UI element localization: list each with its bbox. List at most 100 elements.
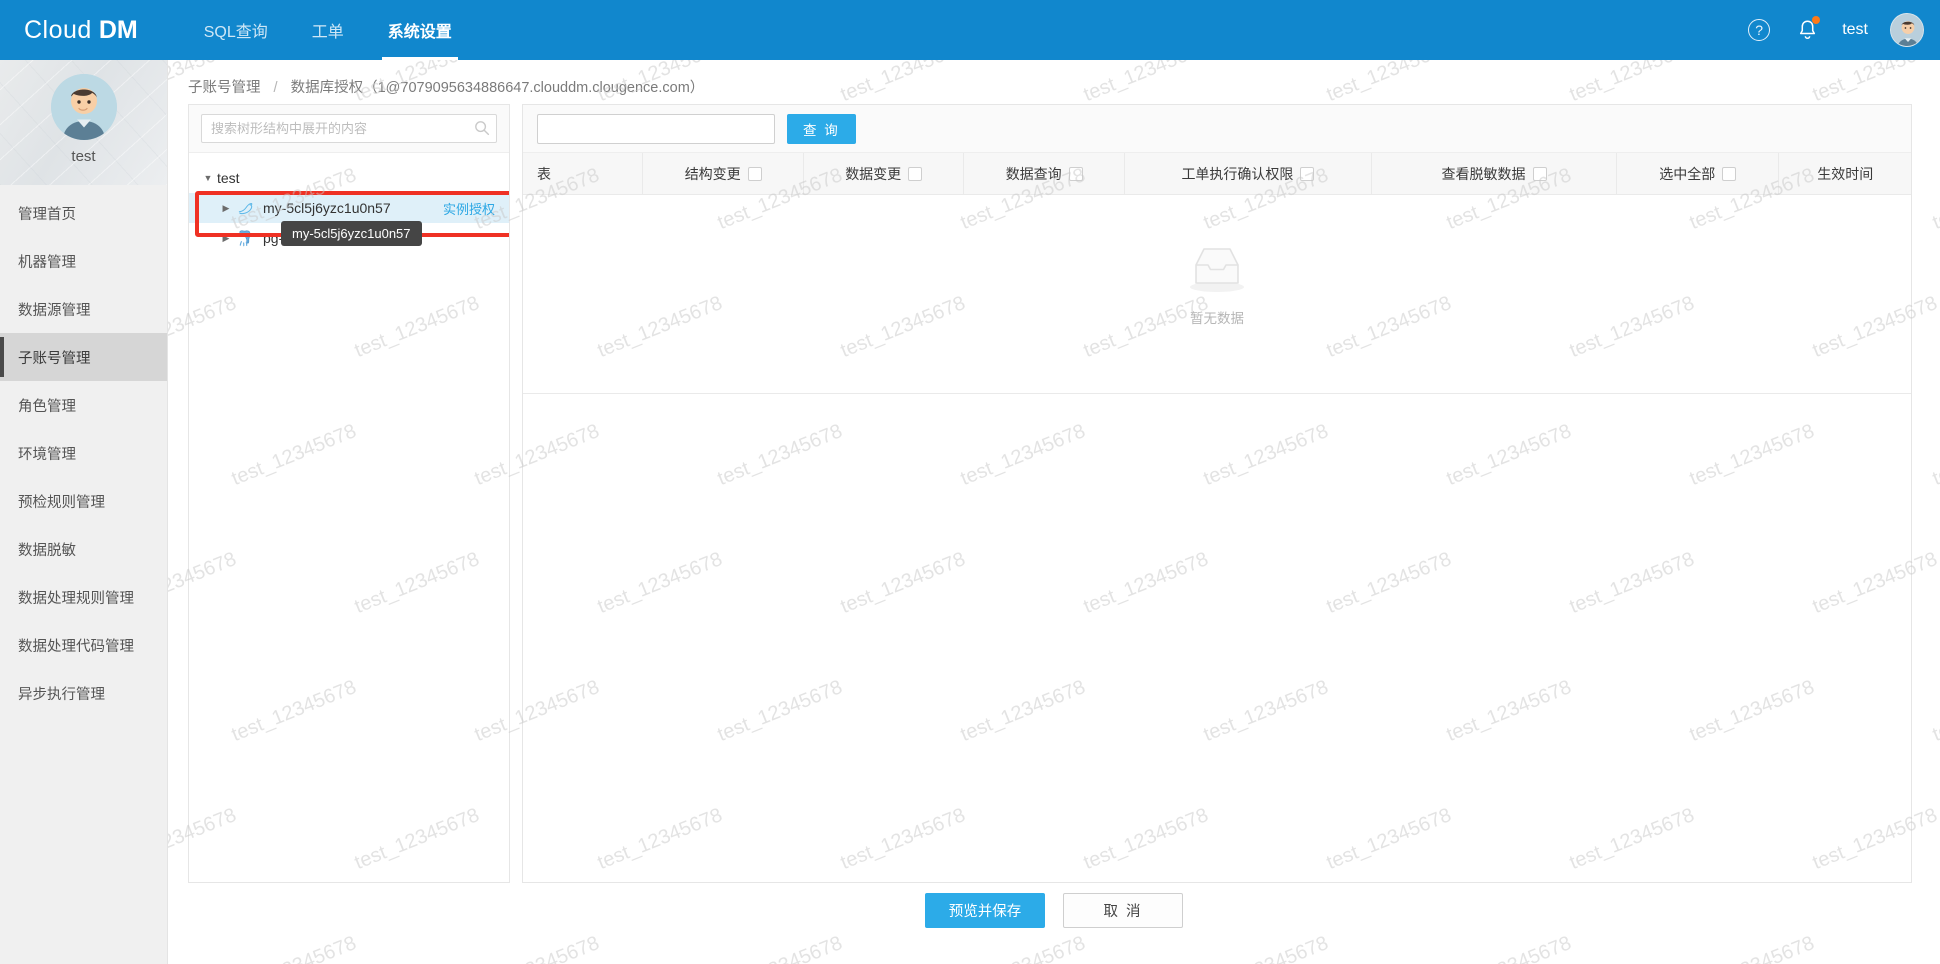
preview-and-save-button[interactable]: 预览并保存 (925, 892, 1045, 928)
column-label-workorder-confirm: 工单执行确认权限 (1181, 165, 1294, 182)
table-search-input[interactable] (537, 113, 775, 144)
chevron-right-icon[interactable]: ▶ (217, 233, 235, 244)
footer-actions: 预览并保存 取 消 (168, 880, 1940, 940)
node-tooltip: my-5cl5j6yzc1u0n57 (281, 221, 422, 246)
nav-tab-sql-query[interactable]: SQL查询 (182, 0, 290, 60)
tree-node-mysql-label: my-5cl5j6yzc1u0n57 (263, 200, 391, 216)
column-header-schema-change: 结构变更 (643, 153, 804, 194)
tree-body: ▼ test ▶ my-5cl5j6yzc1u0n57 实例授权 ▶ my-5c… (189, 153, 509, 882)
select-all-checkbox-view-masked-data[interactable] (1532, 166, 1547, 181)
database-tree-panel: ▼ test ▶ my-5cl5j6yzc1u0n57 实例授权 (188, 104, 510, 883)
sidebar-item-data-masking[interactable]: 数据脱敏 (0, 525, 167, 573)
sidebar-item-precheck-rule-management[interactable]: 预检规则管理 (0, 477, 167, 525)
header-username[interactable]: test (1842, 21, 1868, 39)
column-header-effective-time: 生效时间 (1779, 153, 1911, 194)
column-label-data-change: 数据变更 (845, 165, 902, 182)
sidebar-item-role-management[interactable]: 角色管理 (0, 381, 167, 429)
sidebar-item-admin-home[interactable]: 管理首页 (0, 189, 167, 237)
column-label-effective-time: 生效时间 (1817, 165, 1874, 182)
select-all-checkbox-data-change[interactable] (908, 166, 923, 181)
logo-text-bold: DM (98, 15, 138, 44)
chevron-right-icon[interactable]: ▶ (217, 203, 235, 214)
watermark-text: test_12345678 (1809, 60, 1940, 107)
main-content: test_12345678 test_12345678 test_12345678 t… (168, 60, 1940, 964)
select-all-checkbox-data-query[interactable] (1068, 166, 1083, 181)
column-label-table: 表 (537, 165, 551, 182)
watermark-text: test_12345678 (1929, 164, 1940, 235)
tree-search-input[interactable] (201, 114, 497, 143)
sidebar-item-data-process-rule-management[interactable]: 数据处理规则管理 (0, 573, 167, 621)
chevron-down-icon[interactable]: ▼ (199, 173, 217, 183)
breadcrumb-separator: / (273, 80, 278, 96)
watermark-text: test_12345678 (1080, 60, 1212, 107)
tree-search-box (201, 114, 497, 143)
sidebar-username: test (71, 148, 96, 165)
instance-authorization-link[interactable]: 实例授权 (443, 199, 495, 218)
search-icon (475, 121, 490, 136)
postgresql-elephant-icon (235, 229, 255, 247)
select-all-checkbox-schema-change[interactable] (747, 166, 762, 181)
watermark-text: test_12345678 (1929, 676, 1940, 747)
tree-node-root-label: test (217, 170, 240, 186)
sidebar: test 管理首页 机器管理 数据源管理 子账号管理 角色管理 环境管理 预检规… (0, 60, 168, 964)
nav-tab-system-settings[interactable]: 系统设置 (366, 0, 474, 60)
main-nav: SQL查询 工单 系统设置 (182, 0, 474, 60)
sidebar-item-data-process-code-management[interactable]: 数据处理代码管理 (0, 621, 167, 669)
column-header-table: 表 (523, 153, 644, 194)
breadcrumb-parent[interactable]: 子账号管理 (188, 80, 261, 96)
table-divider (523, 393, 1911, 394)
watermark-text: test_12345678 (837, 60, 969, 107)
top-header: Cloud DM SQL查询 工单 系统设置 ? test (0, 0, 1940, 60)
sidebar-item-environment-management[interactable]: 环境管理 (0, 429, 167, 477)
user-avatar-icon (50, 74, 117, 140)
column-header-workorder-confirm: 工单执行确认权限 (1125, 153, 1372, 194)
notifications-button[interactable] (1794, 16, 1821, 43)
content-panels: ▼ test ▶ my-5cl5j6yzc1u0n57 实例授权 (188, 104, 1918, 883)
column-header-select-all: 选中全部 (1617, 153, 1780, 194)
sidebar-avatar (50, 74, 117, 140)
breadcrumb: 子账号管理 / 数据库授权（1@7079095634886647.clouddm… (188, 76, 704, 97)
column-label-select-all: 选中全部 (1659, 165, 1716, 182)
column-label-view-masked-data: 查看脱敏数据 (1441, 165, 1526, 182)
column-label-data-query: 数据查询 (1005, 165, 1062, 182)
header-actions: ? test (1746, 13, 1924, 47)
sidebar-profile: test (0, 60, 167, 185)
app-root: Cloud DM SQL查询 工单 系统设置 ? test test 管理首页 … (0, 0, 1940, 964)
query-button[interactable]: 查 询 (787, 113, 856, 144)
sidebar-item-datasource-management[interactable]: 数据源管理 (0, 285, 167, 333)
help-button[interactable]: ? (1746, 17, 1772, 43)
mysql-dolphin-icon (235, 199, 255, 217)
nav-tab-work-order[interactable]: 工单 (290, 0, 366, 60)
tree-node-mysql-instance[interactable]: ▶ my-5cl5j6yzc1u0n57 实例授权 (189, 193, 509, 223)
question-circle-icon: ? (1748, 19, 1771, 41)
empty-inbox-icon (1190, 248, 1244, 292)
table-body: 暂无数据 (523, 195, 1911, 882)
table-header: 表 结构变更 数据变更 数据查询 工单执行确认权限 查看脱敏数据 选中全部 生效… (523, 153, 1911, 195)
sidebar-item-machine-management[interactable]: 机器管理 (0, 237, 167, 285)
empty-state: 暂无数据 (1182, 241, 1252, 327)
app-logo[interactable]: Cloud DM (24, 16, 138, 45)
logo-text-main: Cloud (24, 15, 92, 44)
watermark-text: test_12345678 (1323, 60, 1455, 107)
column-header-data-query: 数据查询 (964, 153, 1125, 194)
column-header-view-masked-data: 查看脱敏数据 (1372, 153, 1618, 194)
user-avatar-icon (1891, 14, 1923, 46)
select-all-checkbox-all[interactable] (1722, 166, 1737, 181)
query-bar: 查 询 (523, 105, 1911, 153)
watermark-text: test_12345678 (1929, 420, 1940, 491)
cancel-button[interactable]: 取 消 (1063, 892, 1183, 928)
permissions-panel: 查 询 表 结构变更 数据变更 数据查询 工单执行确认权限 查看脱敏数据 选中全… (522, 104, 1912, 883)
empty-state-text: 暂无数据 (1190, 311, 1244, 326)
breadcrumb-current: 数据库授权（1@7079095634886647.clouddm.clougen… (290, 80, 705, 96)
select-all-checkbox-workorder-confirm[interactable] (1300, 166, 1315, 181)
notification-dot (1812, 16, 1821, 24)
sidebar-item-subaccount-management[interactable]: 子账号管理 (0, 333, 167, 381)
tree-search-bar (189, 105, 509, 153)
sidebar-item-async-execution-management[interactable]: 异步执行管理 (0, 669, 167, 717)
watermark-text: test_12345678 (1566, 60, 1698, 107)
tree-node-root[interactable]: ▼ test (189, 163, 509, 193)
column-label-schema-change: 结构变更 (684, 165, 741, 182)
column-header-data-change: 数据变更 (804, 153, 965, 194)
sidebar-menu: 管理首页 机器管理 数据源管理 子账号管理 角色管理 环境管理 预检规则管理 数… (0, 185, 167, 717)
header-avatar[interactable] (1890, 13, 1924, 47)
